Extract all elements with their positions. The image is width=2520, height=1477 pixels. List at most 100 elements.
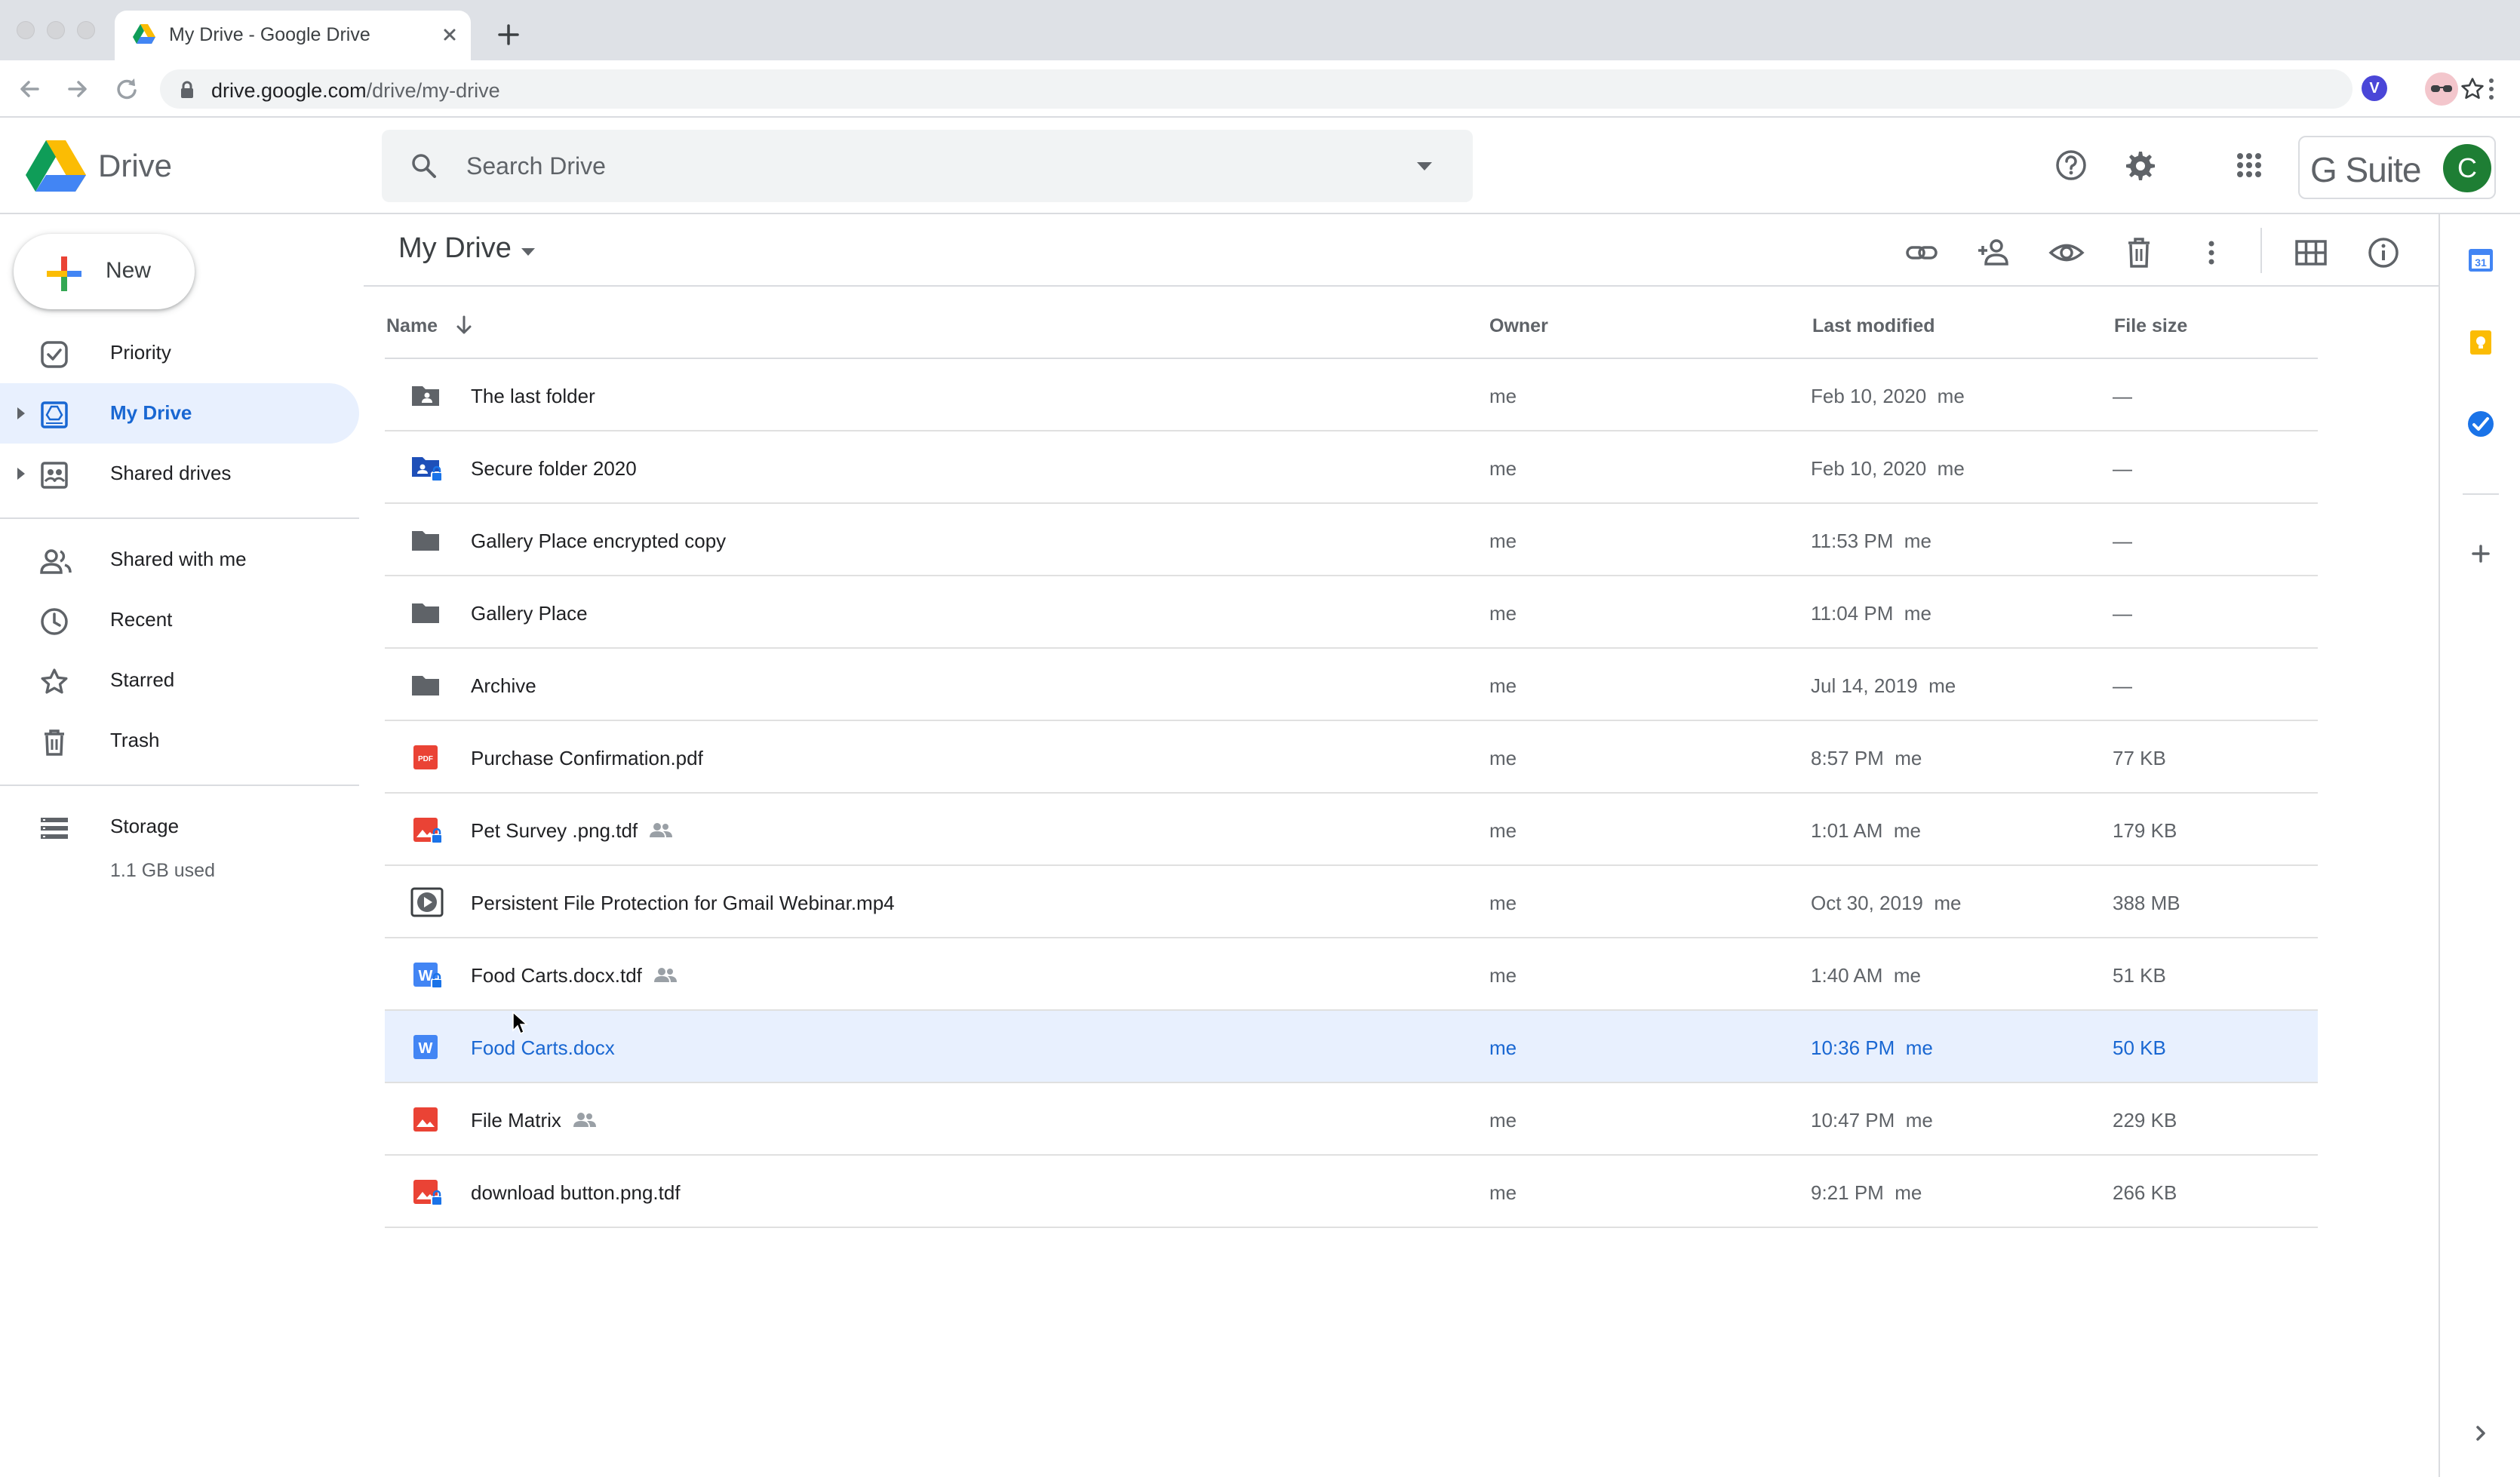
browser-tab-active[interactable]: My Drive - Google Drive bbox=[115, 11, 471, 60]
app-title[interactable]: Drive bbox=[98, 148, 172, 184]
file-last-modified: 10:36 PM me bbox=[1811, 1036, 1933, 1059]
preview-eye-icon[interactable] bbox=[2048, 234, 2085, 272]
forward-arrow-icon[interactable] bbox=[62, 74, 92, 104]
lock-icon[interactable] bbox=[180, 81, 195, 99]
file-last-modified: 8:57 PM me bbox=[1811, 747, 1922, 769]
back-arrow-icon[interactable] bbox=[15, 74, 45, 104]
sidebar-item-label: Trash bbox=[110, 729, 160, 751]
gsuite-account-switcher[interactable]: G Suite C bbox=[2298, 136, 2496, 199]
drive-logo-icon[interactable] bbox=[26, 139, 86, 192]
sidebar-item-shared-drives[interactable]: Shared drives bbox=[0, 444, 359, 504]
file-size: — bbox=[2113, 530, 2132, 552]
file-owner: me bbox=[1489, 819, 1517, 842]
window-zoom-button[interactable] bbox=[77, 21, 95, 39]
file-owner: me bbox=[1489, 530, 1517, 552]
column-header-file-size[interactable]: File size bbox=[2114, 315, 2187, 337]
new-button-label: New bbox=[106, 258, 152, 283]
file-row[interactable]: download button.png.tdf me 9:21 PM me 266 K… bbox=[385, 1156, 2318, 1228]
new-button[interactable]: New bbox=[14, 234, 195, 309]
reload-icon[interactable] bbox=[112, 74, 142, 104]
file-row[interactable]: PDF Purchase Confirmation.pdf me 8:57 PM me… bbox=[385, 721, 2318, 794]
share-add-person-icon[interactable] bbox=[1975, 234, 2013, 272]
svg-text:W: W bbox=[419, 1040, 433, 1057]
file-row[interactable]: W Food Carts.docx.tdf me 1:40 AM me 51 KB bbox=[385, 938, 2318, 1011]
sidebar-item-recent[interactable]: Recent bbox=[0, 590, 359, 650]
file-row[interactable]: Gallery Place me 11:04 PM me — bbox=[385, 576, 2318, 649]
sidebar-item-starred[interactable]: Starred bbox=[0, 650, 359, 711]
sidebar-item-trash[interactable]: Trash bbox=[0, 711, 359, 771]
file-row[interactable]: Pet Survey .png.tdf me 1:01 AM me 179 KB bbox=[385, 794, 2318, 866]
sidebar-item-priority[interactable]: Priority bbox=[0, 323, 359, 383]
address-bar[interactable]: drive.google.com/drive/my-drive bbox=[160, 69, 2484, 109]
extension-icon[interactable]: V bbox=[2362, 75, 2387, 101]
bookmark-star-icon[interactable] bbox=[2460, 76, 2485, 102]
main-content: My Drive Name Owner Last modified File s… bbox=[364, 214, 2440, 1477]
file-name[interactable]: Secure folder 2020 bbox=[471, 457, 637, 481]
window-close-button[interactable] bbox=[17, 21, 35, 39]
search-input[interactable] bbox=[466, 143, 1372, 189]
sidebar-item-storage[interactable]: Storage bbox=[0, 797, 359, 857]
file-row[interactable]: Secure folder 2020 me Feb 10, 2020 me — bbox=[385, 431, 2318, 504]
tab-title: My Drive - Google Drive bbox=[169, 24, 370, 45]
column-header-owner[interactable]: Owner bbox=[1489, 315, 1548, 337]
file-name[interactable]: Pet Survey .png.tdf bbox=[471, 819, 638, 843]
account-avatar[interactable]: C bbox=[2443, 144, 2491, 192]
keep-icon[interactable] bbox=[2466, 327, 2496, 358]
tab-close-icon[interactable] bbox=[438, 23, 462, 47]
file-size: 229 KB bbox=[2113, 1109, 2177, 1132]
sidebar-item-label: Recent bbox=[110, 608, 173, 631]
new-tab-icon[interactable] bbox=[495, 21, 522, 48]
settings-gear-icon[interactable] bbox=[2120, 146, 2158, 184]
expand-caret-icon[interactable] bbox=[14, 466, 29, 481]
file-row[interactable]: W Food Carts.docx me 10:36 PM me 50 KB bbox=[385, 1011, 2318, 1083]
tasks-icon[interactable] bbox=[2466, 409, 2496, 439]
file-size: 179 KB bbox=[2113, 819, 2177, 842]
location-dropdown-icon[interactable] bbox=[519, 244, 537, 259]
sidebar-item-shared-with-me[interactable]: Shared with me bbox=[0, 530, 359, 590]
word-doc-icon: W bbox=[410, 1032, 441, 1062]
search-options-dropdown-icon[interactable] bbox=[1415, 158, 1434, 173]
file-owner: me bbox=[1489, 385, 1517, 407]
grid-view-icon[interactable] bbox=[2292, 234, 2330, 272]
locked-image-file-icon bbox=[410, 815, 443, 845]
column-header-name[interactable]: Name bbox=[386, 315, 438, 337]
column-header-last-modified[interactable]: Last modified bbox=[1812, 315, 1935, 337]
browser-menu-icon[interactable] bbox=[2482, 74, 2500, 104]
file-name[interactable]: Persistent File Protection for Gmail Web… bbox=[471, 892, 895, 915]
apps-grid-icon[interactable] bbox=[2230, 146, 2268, 184]
file-name[interactable]: Archive bbox=[471, 674, 536, 698]
file-last-modified: Feb 10, 2020 me bbox=[1811, 385, 1965, 407]
file-name[interactable]: Purchase Confirmation.pdf bbox=[471, 747, 703, 770]
file-row[interactable]: Gallery Place encrypted copy me 11:53 PM m… bbox=[385, 504, 2318, 576]
file-name[interactable]: File Matrix bbox=[471, 1109, 561, 1132]
file-name[interactable]: Food Carts.docx.tdf bbox=[471, 964, 642, 987]
delete-trash-icon[interactable] bbox=[2120, 234, 2158, 272]
window-minimize-button[interactable] bbox=[47, 21, 65, 39]
sort-arrow-down-icon[interactable] bbox=[453, 314, 475, 336]
file-name[interactable]: Food Carts.docx bbox=[471, 1036, 615, 1060]
location-bar: My Drive bbox=[364, 214, 2440, 287]
help-icon[interactable] bbox=[2052, 146, 2090, 184]
side-panel-expand-chevron-icon[interactable] bbox=[2466, 1418, 2496, 1448]
my-drive-icon bbox=[39, 400, 69, 430]
search-icon[interactable] bbox=[409, 151, 439, 181]
url-text[interactable]: drive.google.com/drive/my-drive bbox=[211, 79, 500, 103]
add-addon-plus-icon[interactable] bbox=[2466, 539, 2496, 569]
file-row[interactable]: File Matrix me 10:47 PM me 229 KB bbox=[385, 1083, 2318, 1156]
file-row[interactable]: Archive me Jul 14, 2019 me — bbox=[385, 649, 2318, 721]
file-name[interactable]: Gallery Place bbox=[471, 602, 588, 625]
file-name[interactable]: download button.png.tdf bbox=[471, 1181, 681, 1205]
search-bar[interactable] bbox=[382, 130, 1473, 202]
location-title[interactable]: My Drive bbox=[398, 232, 512, 265]
sidebar-item-my-drive[interactable]: My Drive bbox=[0, 383, 359, 444]
file-name[interactable]: The last folder bbox=[471, 385, 595, 408]
details-info-icon[interactable] bbox=[2365, 234, 2402, 272]
get-link-icon[interactable] bbox=[1903, 234, 1941, 272]
more-actions-icon[interactable] bbox=[2193, 234, 2230, 272]
file-row[interactable]: Persistent File Protection for Gmail Web… bbox=[385, 866, 2318, 938]
calendar-icon[interactable]: 31 bbox=[2466, 244, 2496, 275]
file-name[interactable]: Gallery Place encrypted copy bbox=[471, 530, 726, 553]
file-row[interactable]: The last folder me Feb 10, 2020 me — bbox=[385, 359, 2318, 431]
browser-profile-avatar[interactable] bbox=[2425, 72, 2458, 106]
expand-caret-icon[interactable] bbox=[14, 406, 29, 421]
